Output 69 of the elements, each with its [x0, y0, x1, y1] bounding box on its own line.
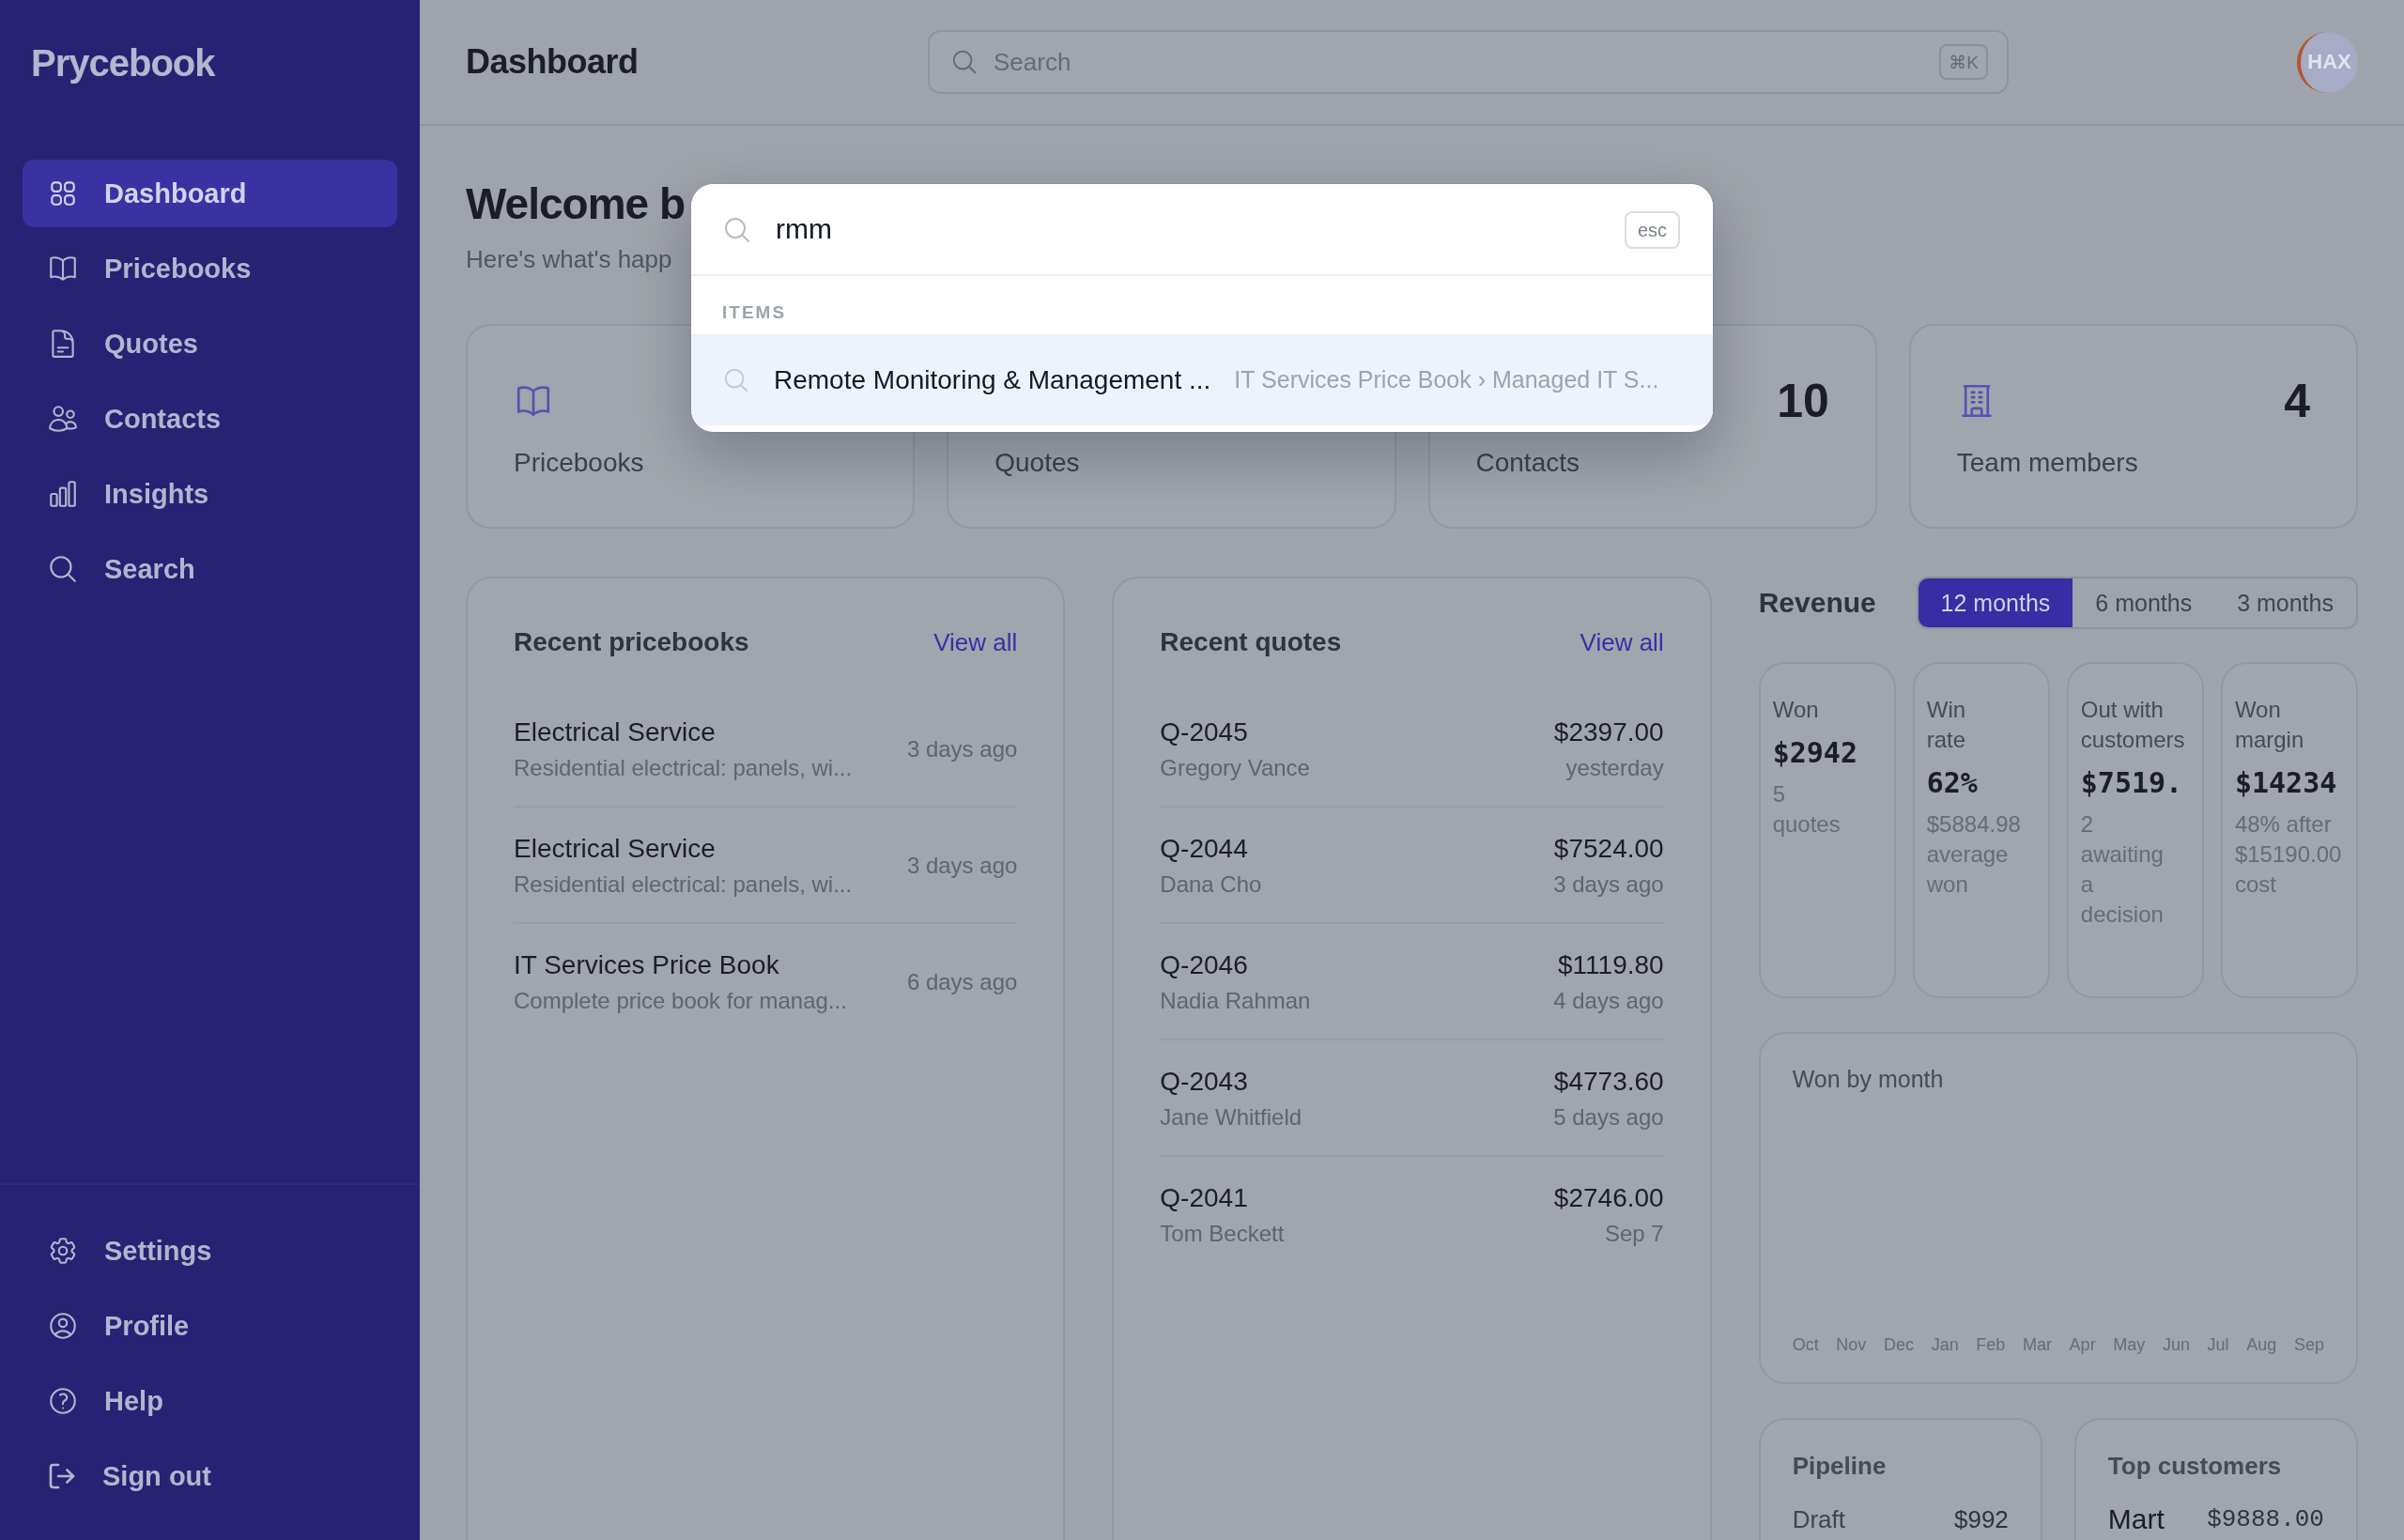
stat-label: Quotes [994, 447, 1080, 479]
metric-value: $7519. [2080, 765, 2183, 801]
section-label: ITEMS [722, 302, 787, 322]
quote-customer: Dana Cho [1160, 870, 1262, 899]
shortcut-hint: ⌘K [1939, 44, 1988, 80]
metric-value: $14234 [2234, 765, 2337, 801]
quote-customer: Nadia Rahman [1160, 987, 1311, 1015]
revenue-title: Revenue [1758, 587, 1876, 619]
month-label: Sep [2293, 1334, 2324, 1356]
pricebook-description: Residential electrical: panels, wi... [514, 870, 853, 899]
quote-time: Sep 7 [1604, 1220, 1664, 1248]
metric-note: $5884.98 average won [1926, 810, 2021, 899]
month-label: May [2113, 1334, 2146, 1356]
stat-label: Contacts [1475, 447, 1580, 479]
pricebook-time: 6 days ago [906, 968, 1018, 996]
stat-value: 4 [2284, 377, 2310, 424]
quote-amount: $1119.80 [1558, 949, 1664, 981]
welcome-title: Welcome b [466, 178, 685, 230]
welcome-subtitle: Here's what's happ [466, 244, 672, 275]
stat-value: 10 [1777, 377, 1829, 424]
customer-name: Mart [2107, 1502, 2165, 1536]
month-label: Aug [2246, 1334, 2277, 1356]
quote-amount: $7524.00 [1553, 833, 1664, 865]
month-label: Dec [1883, 1334, 1914, 1356]
month-label: Jul [2207, 1334, 2229, 1356]
metric-label: Out with customers [2080, 696, 2185, 754]
stat-label: Team members [1956, 447, 2138, 479]
page-title: Dashboard [466, 42, 639, 82]
panel-title: Recent pricebooks [514, 626, 749, 658]
month-label: Oct [1792, 1334, 1819, 1356]
quote-time: 4 days ago [1553, 987, 1664, 1015]
quote-amount: $2746.00 [1553, 1182, 1664, 1214]
metric-value: $2942 [1772, 735, 1857, 771]
panel-title: Pipeline [1792, 1451, 1888, 1482]
month-label: Jan [1931, 1334, 1959, 1356]
stage-label: Draft [1792, 1504, 1845, 1535]
pricebook-time: 3 days ago [906, 735, 1018, 763]
quote-customer: Gregory Vance [1160, 754, 1310, 782]
chart-title: Won by month [1792, 1065, 1944, 1094]
app-logo: Prycebook [31, 41, 215, 85]
panel-title: Top customers [2107, 1451, 2283, 1482]
metric-label: Won margin [2234, 696, 2304, 754]
month-label: Nov [1836, 1334, 1867, 1356]
metric-label: Win rate [1926, 696, 1966, 754]
metric-note: 5 quotes [1772, 780, 1841, 839]
month-label: Apr [2069, 1334, 2096, 1356]
month-label: Mar [2022, 1334, 2052, 1356]
pricebook-description: Complete price book for manag... [514, 987, 847, 1015]
stat-label: Pricebooks [514, 447, 644, 479]
quote-customer: Jane Whitfield [1160, 1103, 1302, 1132]
quote-time: yesterday [1565, 754, 1664, 782]
pricebook-description: Residential electrical: panels, wi... [514, 754, 853, 782]
metric-value: 62% [1926, 765, 1978, 801]
result-path: IT Services Price Book › Managed IT S... [1234, 366, 1659, 393]
quote-amount: $2397.00 [1553, 716, 1664, 748]
quote-customer: Tom Beckett [1160, 1220, 1285, 1248]
quote-amount: $4773.60 [1553, 1066, 1664, 1098]
metric-note: 2 awaiting a decision [2080, 810, 2164, 929]
month-label: Feb [1976, 1334, 2006, 1356]
stage-amount: $992 [1953, 1504, 2009, 1535]
pricebook-time: 3 days ago [906, 852, 1018, 880]
month-label: Jun [2162, 1334, 2190, 1356]
metric-note: 48% after $15190.00 cost [2234, 810, 2342, 899]
quote-time: 3 days ago [1553, 870, 1664, 899]
customer-amount: $9888.00 [2207, 1504, 2324, 1535]
panel-title: Recent quotes [1160, 626, 1342, 658]
metric-label: Won [1772, 696, 1819, 724]
esc-key-hint: esc [1624, 211, 1680, 249]
quote-time: 5 days ago [1553, 1103, 1664, 1132]
